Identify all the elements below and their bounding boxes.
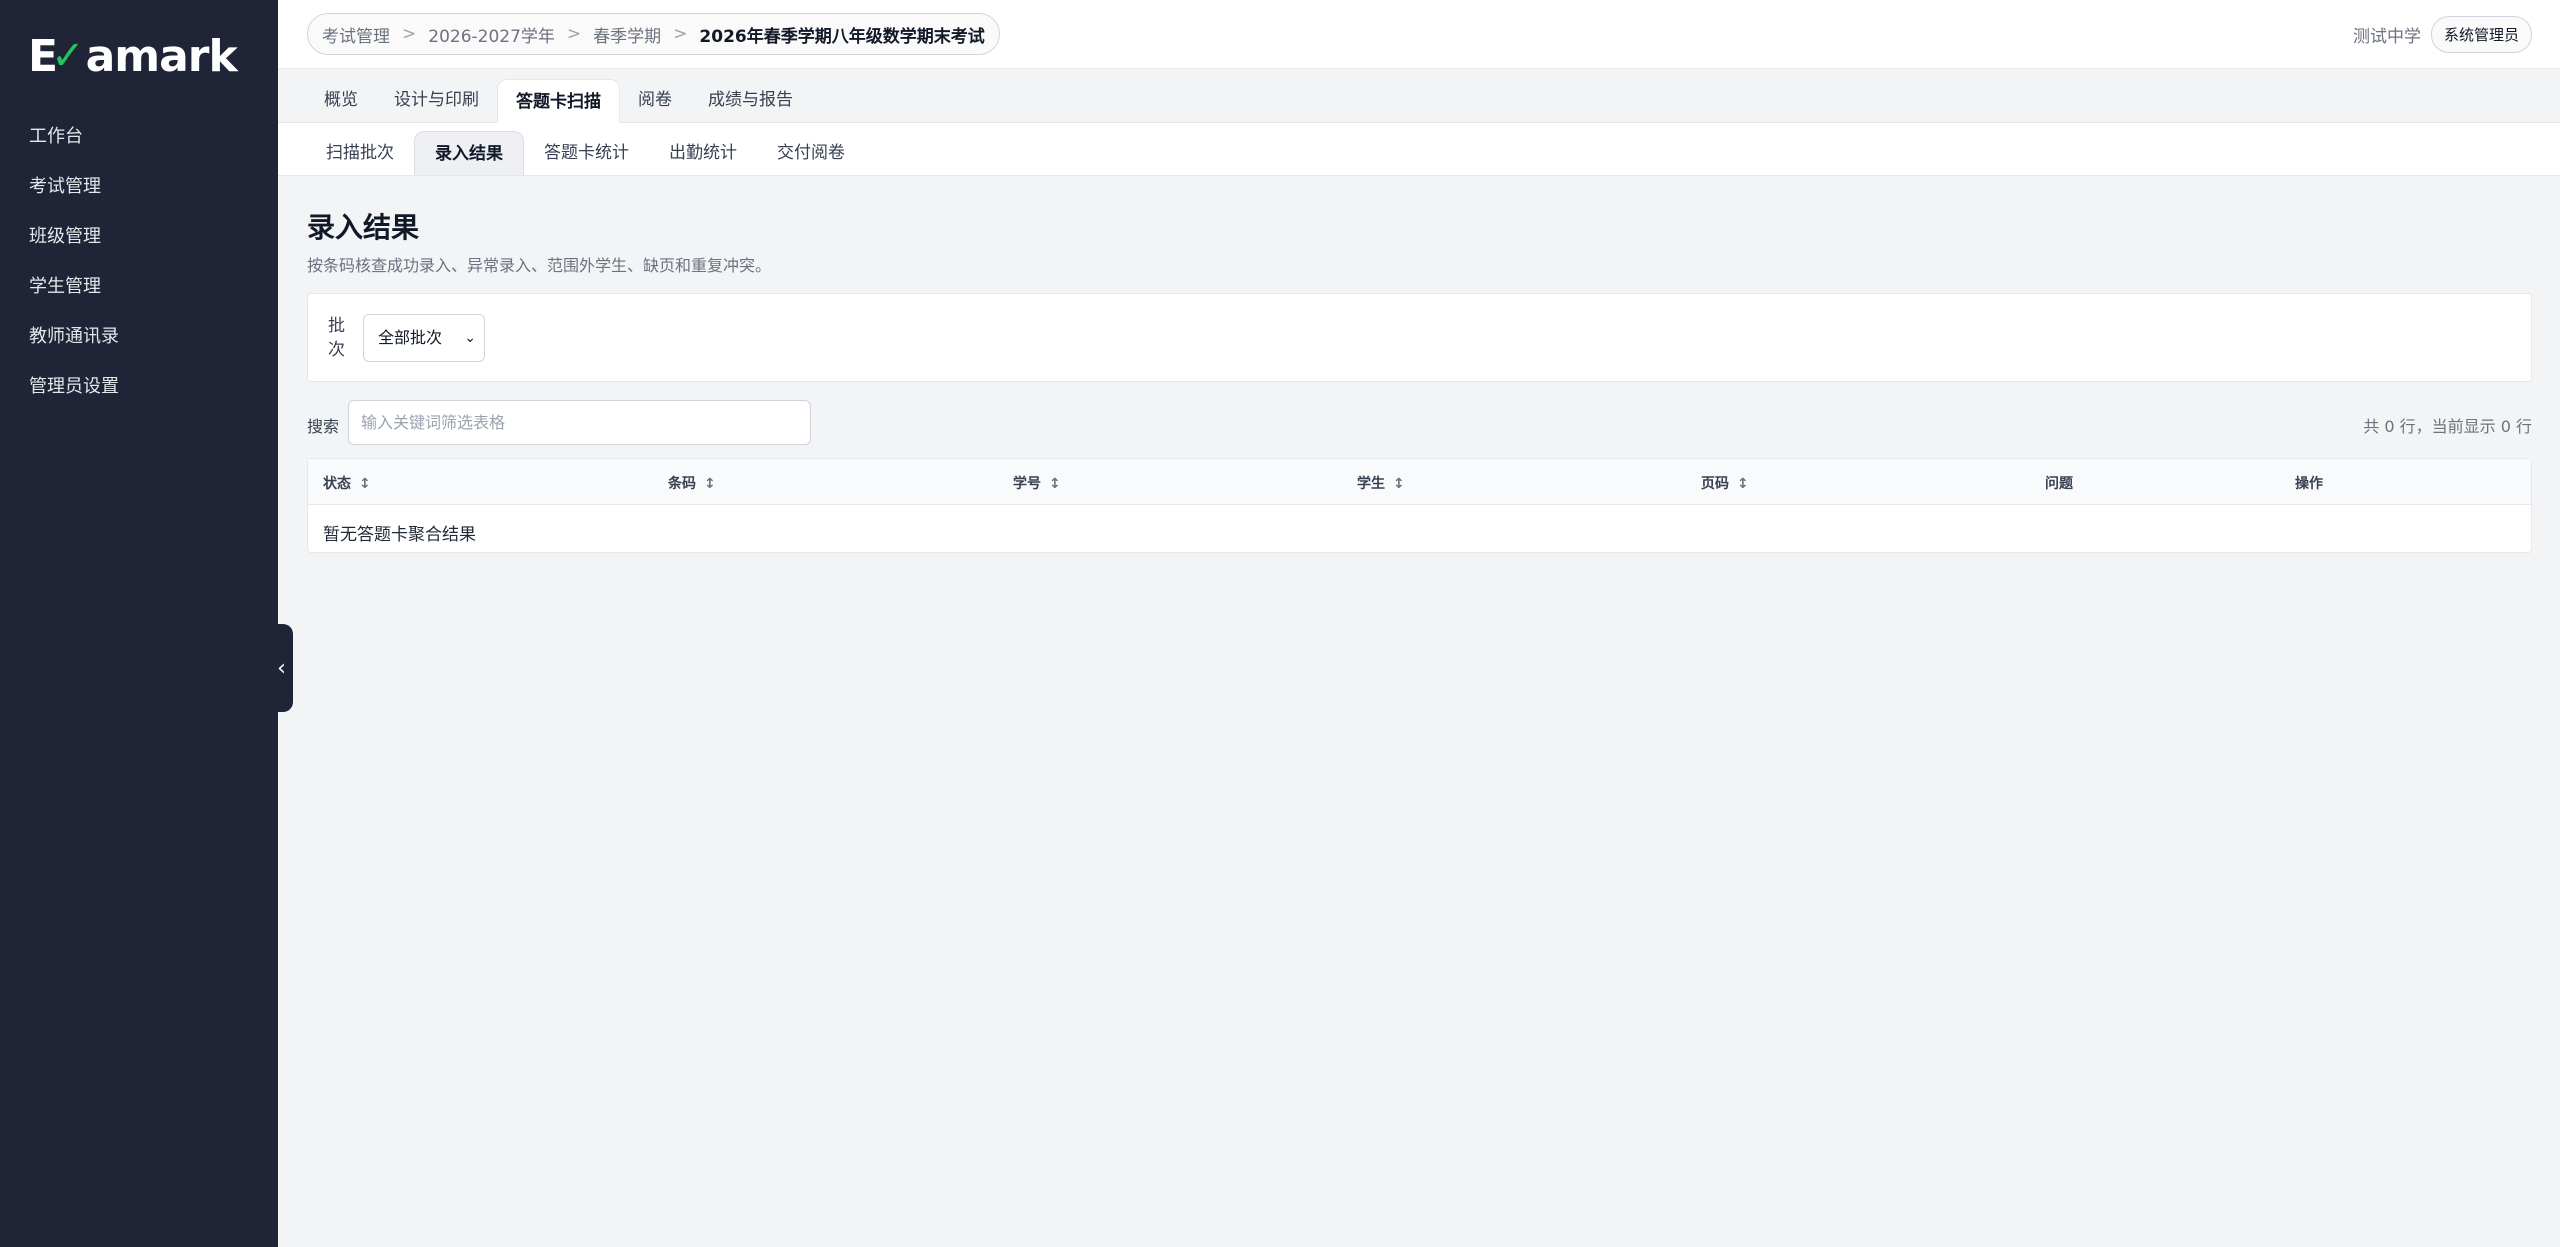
table-header: 状态 ↕ 条码 ↕ 学号 ↕ 学生 ↕ 页码 ↕ 问题 操作	[308, 459, 2531, 505]
column-header-barcode[interactable]: 条码 ↕	[668, 473, 716, 493]
batch-select[interactable]: 全部批次 ⌄	[363, 314, 485, 362]
breadcrumb-separator: >	[402, 24, 417, 44]
tab-scores-reports[interactable]: 成绩与报告	[690, 78, 811, 122]
breadcrumb-separator: >	[566, 24, 582, 44]
tab-grading[interactable]: 阅卷	[620, 78, 690, 122]
breadcrumb-school-year[interactable]: 2026-2027学年	[428, 22, 555, 47]
search-label: 搜索	[307, 417, 340, 436]
checkmark-icon: ✓	[51, 33, 85, 79]
tab-answer-sheet-scan[interactable]: 答题卡扫描	[497, 79, 620, 123]
sort-icon: ↕	[1737, 476, 1749, 492]
batch-label: 批次	[328, 316, 345, 360]
tab-design-print[interactable]: 设计与印刷	[376, 78, 497, 122]
sidebar-item-admin-settings[interactable]: 管理员设置	[0, 362, 278, 412]
sub-tabs: 扫描批次 录入结果 答题卡统计 出勤统计 交付阅卷	[278, 123, 2560, 176]
tab-overview[interactable]: 概览	[306, 78, 376, 122]
sort-icon: ↕	[359, 476, 371, 492]
column-header-page[interactable]: 页码 ↕	[1701, 473, 1749, 493]
filter-card: 批次 全部批次 ⌄	[307, 293, 2532, 382]
column-header-status[interactable]: 状态 ↕	[323, 473, 371, 493]
breadcrumb-semester[interactable]: 春季学期	[593, 22, 661, 47]
top-header: 考试管理 > 2026-2027学年 > 春季学期 > 2026年春季学期八年级…	[278, 0, 2560, 69]
breadcrumb-current-exam: 2026年春季学期八年级数学期末考试	[699, 26, 985, 47]
table-empty-message: 暂无答题卡聚合结果	[323, 525, 476, 545]
subtab-deliver-grading[interactable]: 交付阅卷	[757, 131, 865, 175]
main-tabs: 概览 设计与印刷 答题卡扫描 阅卷 成绩与报告	[278, 70, 2560, 123]
sidebar-item-exam-management[interactable]: 考试管理	[0, 162, 278, 212]
sidebar-item-workbench[interactable]: 工作台	[0, 112, 278, 162]
row-count: 共 0 行，当前显示 0 行	[2363, 417, 2532, 436]
sidebar-nav: 工作台 考试管理 班级管理 学生管理 教师通讯录 管理员设置	[0, 112, 278, 412]
sidebar-collapse-button[interactable]: ‹	[270, 624, 293, 712]
subtab-answer-sheet-stats[interactable]: 答题卡统计	[524, 131, 649, 175]
sort-icon: ↕	[1049, 476, 1061, 492]
sidebar: E ✓ amark 工作台 考试管理 班级管理 学生管理 教师通讯录 管理员设置	[0, 0, 278, 1247]
user-area: 测试中学 系统管理员	[2353, 16, 2532, 53]
breadcrumb-exam-management[interactable]: 考试管理	[322, 22, 390, 47]
results-table: 状态 ↕ 条码 ↕ 学号 ↕ 学生 ↕ 页码 ↕ 问题 操作 暂无答题卡聚合结果	[307, 458, 2532, 553]
page-title: 录入结果	[307, 211, 420, 244]
sidebar-item-class-management[interactable]: 班级管理	[0, 212, 278, 262]
page-description: 按条码核查成功录入、异常录入、范围外学生、缺页和重复冲突。	[307, 256, 772, 275]
column-header-student[interactable]: 学生 ↕	[1357, 473, 1405, 493]
batch-select-value: 全部批次	[378, 328, 443, 347]
role-badge[interactable]: 系统管理员	[2430, 16, 2532, 53]
chevron-left-icon: ‹	[277, 655, 286, 681]
sort-icon: ↕	[1393, 476, 1405, 492]
sort-icon: ↕	[704, 476, 716, 492]
column-header-actions: 操作	[2295, 476, 2323, 492]
chevron-down-icon: ⌄	[464, 330, 476, 346]
breadcrumb-separator: >	[673, 24, 688, 44]
subtab-attendance-stats[interactable]: 出勤统计	[649, 131, 757, 175]
column-header-student-id[interactable]: 学号 ↕	[1013, 473, 1061, 493]
sidebar-item-student-management[interactable]: 学生管理	[0, 262, 278, 312]
subtab-scan-batches[interactable]: 扫描批次	[306, 131, 414, 175]
examark-logo[interactable]: E ✓ amark	[28, 28, 238, 84]
search-input[interactable]	[348, 400, 811, 445]
breadcrumb: 考试管理 > 2026-2027学年 > 春季学期 > 2026年春季学期八年级…	[307, 13, 1000, 55]
sidebar-item-teacher-directory[interactable]: 教师通讯录	[0, 312, 278, 362]
subtab-entry-results[interactable]: 录入结果	[414, 131, 524, 175]
school-name: 测试中学	[2352, 27, 2421, 47]
column-header-issue: 问题	[2045, 476, 2073, 492]
